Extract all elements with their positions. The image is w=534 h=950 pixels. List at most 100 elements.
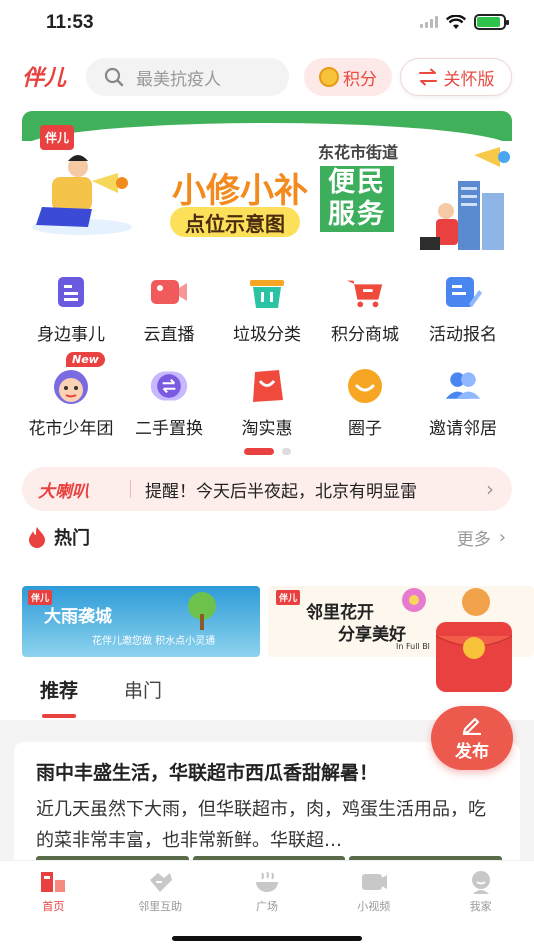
care-mode-label: 关怀版 (443, 69, 495, 90)
wifi-icon (446, 14, 466, 29)
feature-nearby-affairs[interactable]: 身边事儿 (22, 266, 120, 360)
video-play-icon (360, 869, 388, 895)
tabbar-label: 我家 (469, 900, 492, 913)
tabbar-item-home[interactable]: 首页 (0, 861, 107, 917)
signup-form-icon (443, 272, 483, 312)
page-dot-active (244, 448, 274, 455)
battery-icon (474, 14, 509, 30)
banner-subtitle: 点位示意图 (170, 207, 300, 237)
tabbar-item-square[interactable]: 广场 (214, 861, 321, 917)
tabbar-label: 首页 (42, 900, 65, 913)
shopping-cart-icon (345, 272, 385, 312)
smile-bubble-icon (345, 366, 385, 406)
pencil-icon (462, 717, 481, 735)
feed-tabs: 推荐 串门 (40, 676, 162, 718)
notice-text: 提醒！今天后半夜起，北京有明显雷 (145, 481, 417, 502)
status-time: 11:53 (46, 12, 94, 33)
divider (130, 480, 131, 498)
card-logo: 伴儿 (276, 590, 301, 605)
document-icon (51, 272, 91, 312)
page-dot (282, 448, 291, 455)
hot-section-header: 热门 更多 › (28, 522, 506, 552)
flower-illustration (402, 588, 426, 612)
tabbar-label: 广场 (255, 900, 278, 913)
banner-top-wave (22, 111, 512, 153)
chevron-right-icon: › (486, 477, 494, 501)
kid-face-icon (51, 366, 91, 406)
feature-cloud-live[interactable]: 云直播 (120, 266, 218, 360)
publish-button[interactable]: 发布 (431, 706, 513, 770)
banner-street: 东花市街道 (318, 143, 399, 162)
exchange-icon (149, 366, 189, 406)
status-icons (420, 14, 509, 30)
feature-label: 活动报名 (429, 325, 497, 345)
tabbar-item-short-video[interactable]: 小视频 (320, 861, 427, 917)
hot-card-rainstorm[interactable]: 伴儿 大雨袭城 花伴儿邀您做 积水点小灵通 (22, 586, 260, 657)
feature-points-mall[interactable]: 积分商城 (316, 266, 414, 360)
feature-label: 垃圾分类 (233, 325, 301, 345)
points-label: 积分 (343, 69, 377, 90)
feature-youth-group[interactable]: New 花市少年团 (22, 352, 120, 454)
tab-recommend[interactable]: 推荐 (40, 676, 78, 718)
megaphone-person-illustration (32, 155, 132, 235)
header: 伴儿 最美抗疫人 积分 关怀版 (0, 55, 534, 99)
cellular-signal-icon (420, 16, 438, 28)
tabbar-label: 小视频 (357, 900, 391, 913)
feature-deals[interactable]: 淘实惠 (218, 360, 316, 454)
status-bar: 11:53 (0, 0, 534, 48)
coin-icon (319, 67, 339, 87)
publish-label: 发布 (455, 741, 489, 762)
search-input[interactable]: 最美抗疫人 (86, 58, 289, 96)
banner-title: 小修小补 (172, 171, 308, 211)
red-packet-icon[interactable] (436, 586, 512, 692)
feature-row-1: 身边事儿 云直播 垃圾分类 积分商城 活动报名 (22, 266, 512, 360)
points-button[interactable]: 积分 (304, 58, 392, 96)
flame-icon (29, 527, 45, 548)
square-bowl-icon (253, 869, 281, 895)
shopping-bag-icon (247, 366, 287, 406)
care-mode-button[interactable]: 关怀版 (400, 58, 512, 96)
tabbar-item-mutual-aid[interactable]: 邻里互助 (107, 861, 214, 917)
notice-bar[interactable]: 大喇叭 提醒！今天后半夜起，北京有明显雷 › (22, 467, 512, 511)
feature-invite-neighbors[interactable]: 邀请邻居 (414, 360, 512, 454)
worker-buildings-illustration (420, 147, 510, 250)
notice-tag: 大喇叭 (38, 481, 89, 502)
feature-label: 圈子 (348, 419, 382, 439)
more-link[interactable]: 更多 (457, 525, 491, 550)
people-icon (443, 366, 483, 406)
feature-garbage-sorting[interactable]: 垃圾分类 (218, 266, 316, 360)
feature-label: 身边事儿 (37, 325, 105, 345)
feature-second-hand[interactable]: 二手置换 (120, 360, 218, 454)
profile-icon (467, 869, 495, 895)
feature-label: 花市少年团 (28, 419, 114, 439)
feature-row-2: New 花市少年团 二手置换 淘实惠 圈子 邀请邻居 (22, 352, 512, 454)
tree-illustration (188, 592, 216, 630)
hot-title: 热门 (54, 528, 90, 549)
search-icon (104, 67, 124, 87)
feature-label: 积分商城 (331, 325, 399, 345)
card-subtitle: 花伴儿邀您做 积水点小灵通 (92, 636, 216, 647)
feature-grid: 身边事儿 云直播 垃圾分类 积分商城 活动报名 New 花市少年团 二手置换 淘… (22, 266, 512, 454)
tabbar-item-my-home[interactable]: 我家 (427, 861, 534, 917)
app-logo: 伴儿 (22, 65, 67, 91)
feature-label: 二手置换 (135, 419, 203, 439)
promo-banner[interactable]: 伴儿 小修小补 点位示意图 东花市街道 便民服务 (22, 111, 512, 250)
video-icon (149, 272, 189, 312)
feature-circle[interactable]: 圈子 (316, 360, 414, 454)
handshake-icon (146, 869, 174, 895)
chevron-right-icon: › (498, 526, 506, 548)
home-indicator (172, 936, 362, 941)
home-icon (39, 869, 67, 895)
feature-label: 邀请邻居 (429, 419, 497, 439)
banner-service: 便民服务 (320, 166, 394, 232)
trash-bin-icon (247, 272, 287, 312)
feature-event-signup[interactable]: 活动报名 (414, 266, 512, 360)
switch-arrows-icon (418, 68, 437, 86)
post-body: 近几天虽然下大雨，但华联超市，肉，鸡蛋生活用品，吃的菜非常丰富，也非常新鲜。华联… (36, 799, 486, 851)
feature-label: 淘实惠 (241, 419, 293, 439)
new-badge: New (66, 352, 105, 367)
page-indicator (244, 448, 291, 455)
tab-visit[interactable]: 串门 (124, 676, 162, 716)
feature-label: 云直播 (143, 325, 195, 345)
card-title: 大雨袭城 (44, 607, 112, 627)
